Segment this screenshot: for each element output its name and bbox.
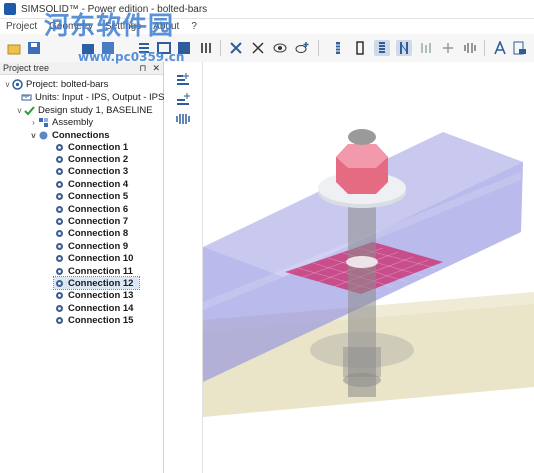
add-connection-icon[interactable] [175,72,191,86]
connection-icon [54,303,65,314]
tree-label-connections: Connections [52,129,110,141]
open-icon[interactable] [6,40,22,56]
tree-label-assembly: Assembly [52,116,94,128]
watermark-url: www.pc0359.cn [78,50,185,64]
tree-label-connection: Connection 10 [68,253,134,265]
tree-item-connection[interactable]: Connection 13 [54,290,133,302]
tree-item-connection[interactable]: Connection 3 [54,166,128,178]
collapse-icon[interactable]: v [15,106,24,115]
model-canvas[interactable] [203,62,534,473]
tree-item-design-study[interactable]: v Design study 1, BASELINE [15,104,153,116]
tree-label-connection: Connection 12 [68,277,134,289]
app-logo-icon [4,3,16,15]
cut-icon[interactable] [250,40,266,56]
tree-item-connections[interactable]: v Connections [29,129,110,141]
design-study-icon [24,105,35,116]
tree-label-connection: Connection 3 [68,166,129,178]
bolt-icon[interactable] [330,40,346,56]
fastener-icon[interactable] [396,40,412,56]
expand-icon[interactable]: › [29,118,38,127]
spring-connection-icon[interactable] [175,112,191,126]
connection-icon [54,228,65,239]
model-viewport[interactable] [203,62,534,473]
eye-plus-icon[interactable] [294,40,310,56]
spring-icon[interactable] [374,40,390,56]
pin-icon[interactable]: ⊓ [139,63,146,74]
connection-icon [54,179,65,190]
connection-icon [54,278,65,289]
bottom-bolt-end [343,373,381,387]
tree-item-project[interactable]: v Project: bolted-bars [3,78,109,90]
tree-label-design-study: Design study 1, BASELINE [38,104,153,116]
separator-icon[interactable] [418,40,434,56]
joint-icon[interactable] [440,40,456,56]
tree-item-connection[interactable]: Connection 15 [54,315,133,327]
text-icon[interactable] [492,40,508,56]
tree-label-connection: Connection 8 [68,228,129,240]
tree-item-connection[interactable]: Connection 8 [54,228,128,240]
tree-label-connection: Connection 11 [68,265,133,277]
watermark-logo: 河东软件园 [44,11,175,40]
tree-item-connection[interactable]: Connection 14 [54,302,133,314]
connection-icon [54,290,65,301]
tree-label-connection: Connection 9 [68,240,129,252]
scale-icon[interactable] [512,40,528,56]
connection-icon [54,216,65,227]
collapse-icon[interactable]: v [3,80,12,89]
units-icon [21,92,32,103]
tree-item-connection[interactable]: Connection 12 [52,276,141,291]
tree-label-connection: Connection 14 [68,302,134,314]
menu-help[interactable]: ? [191,21,197,32]
connection-icon [54,266,65,277]
connection-icon [54,253,65,264]
tree-item-connection[interactable]: Connection 1 [54,141,128,153]
connection-icon [54,315,65,326]
collapse-icon[interactable]: v [29,131,38,140]
connection-icon [54,191,65,202]
tree-item-connection[interactable]: Connection 4 [54,178,128,190]
tree-label-connection: Connection 6 [68,203,129,215]
cross-section-icon[interactable] [228,40,244,56]
project-icon [12,78,23,90]
tree-item-assembly[interactable]: › Assembly [29,116,93,128]
tree-label-connection: Connection 4 [68,178,129,190]
connection-icon [54,166,65,177]
project-tree-panel: Project tree ⊓ ✕ v Project: bolted-bars … [0,62,164,473]
panel-title: Project tree [3,63,50,73]
add-bolt-icon[interactable] [175,92,191,106]
eye-icon[interactable] [272,40,288,56]
tree-item-connection[interactable]: Connection 2 [54,153,128,165]
tree-label-connection: Connection 5 [68,191,129,203]
tree-label-connection: Connection 2 [68,153,129,165]
bolt-tip [348,129,376,145]
tree-item-units[interactable]: Units: Input - IPS, Output - IPS [21,91,164,103]
menu-project[interactable]: Project [6,21,37,32]
tree-label-connection: Connection 13 [68,290,134,302]
tree-label-connection: Connection 1 [68,141,129,153]
tree-item-connection[interactable]: Connection 10 [54,253,133,265]
tree-label-units: Units: Input - IPS, Output - IPS [35,91,165,103]
bars-icon[interactable] [198,40,214,56]
nut-icon[interactable] [352,40,368,56]
tree-label-connection: Connection 7 [68,215,129,227]
save-icon[interactable] [26,40,42,56]
tree-item-connection[interactable]: Connection 11 [54,265,133,277]
tree-item-connection[interactable]: Connection 6 [54,203,128,215]
tree-item-connection[interactable]: Connection 7 [54,215,128,227]
tree-label-project: Project: bolted-bars [26,78,109,90]
results-tool-strip [164,62,203,473]
connection-icon [54,154,65,165]
connections-icon [38,130,49,141]
bottom-nut[interactable] [343,347,381,377]
assembly-icon [38,117,49,128]
tree-item-connection[interactable]: Connection 5 [54,191,128,203]
wave-icon[interactable] [462,40,478,56]
connection-icon [54,204,65,215]
bolt-hole [346,256,378,268]
tree-item-connection[interactable]: Connection 9 [54,240,128,252]
connection-icon [54,241,65,252]
close-icon[interactable]: ✕ [152,63,160,74]
tree-label-connection: Connection 15 [68,315,134,327]
connection-icon [54,142,65,153]
